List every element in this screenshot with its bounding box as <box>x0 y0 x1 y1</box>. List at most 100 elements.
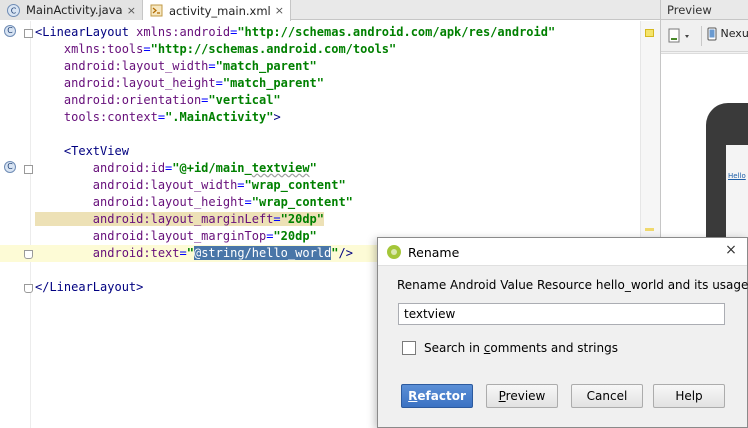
fold-marker-icon[interactable] <box>24 284 33 293</box>
code-token: xmlns:tools <box>35 42 144 56</box>
preview-textview: Hello <box>728 172 746 180</box>
code-token: tools:context <box>35 110 158 124</box>
code-token: /> <box>338 246 353 260</box>
tab-label: activity_main.xml <box>169 3 271 18</box>
code-token: android:id <box>35 161 166 175</box>
code-token: android:layout_marginTop <box>35 229 267 243</box>
code-line[interactable]: android:id="@+id/main_textview" <box>0 160 655 177</box>
code-line[interactable] <box>0 126 655 143</box>
cancel-button[interactable]: Cancel <box>571 384 643 408</box>
code-token: "20dp" <box>280 212 325 226</box>
code-token: = <box>179 246 187 260</box>
code-token: "wrap_content" <box>251 195 353 209</box>
editor-tab-bar: C MainActivity.java × activity_main.xml … <box>0 0 660 21</box>
code-line[interactable]: android:layout_width="wrap_content" <box>0 177 655 194</box>
tab-activity-main-xml[interactable]: activity_main.xml × <box>143 0 291 21</box>
code-line-text: tools:context=".MainActivity"> <box>35 109 281 126</box>
search-comments-option[interactable]: Search in comments and strings <box>402 340 618 356</box>
code-token: android:layout_height <box>35 195 245 209</box>
class-icon: C <box>4 161 16 173</box>
code-token: "wrap_content" <box>244 178 346 192</box>
code-token: android:layout_width <box>35 59 209 73</box>
android-studio-icon <box>387 245 401 259</box>
close-icon[interactable]: × <box>723 242 739 258</box>
code-line-text: android:layout_width="match_parent" <box>35 58 317 75</box>
code-token: = <box>143 42 151 56</box>
code-token: = <box>215 76 223 90</box>
dialog-title: Rename <box>408 245 460 260</box>
code-line[interactable]: xmlns:tools="http://schemas.android.com/… <box>0 41 655 58</box>
code-line[interactable]: <LinearLayout xmlns:android="http://sche… <box>0 24 655 41</box>
code-token: = <box>237 178 245 192</box>
device-label: Nexus <box>720 27 748 40</box>
code-token: android:text <box>35 246 180 260</box>
xml-file-icon <box>149 4 163 18</box>
fold-marker-icon[interactable] <box>24 165 33 174</box>
code-line[interactable]: android:layout_height="match_parent" <box>0 75 655 92</box>
toolbar-separator <box>701 26 702 46</box>
code-line[interactable]: android:layout_width="match_parent" <box>0 58 655 75</box>
code-token: = <box>273 212 281 226</box>
code-token: android:layout_marginLeft <box>35 212 274 226</box>
code-line-text: android:id="@+id/main_textview" <box>35 160 317 177</box>
code-token: "20dp" <box>273 229 317 243</box>
tab-main-activity-java[interactable]: C MainActivity.java × <box>0 0 143 20</box>
code-token: @string/hello_world <box>193 246 332 260</box>
help-button[interactable]: Help <box>653 384 725 408</box>
class-icon: C <box>4 25 16 37</box>
code-line-text: <LinearLayout xmlns:android="http://sche… <box>35 24 555 41</box>
layout-config-button[interactable] <box>667 27 695 45</box>
code-line-text: android:orientation="vertical" <box>35 92 281 109</box>
code-line[interactable]: android:layout_marginLeft="20dp" <box>0 211 655 228</box>
fold-marker-icon[interactable] <box>24 29 33 38</box>
code-token: "match_parent" <box>222 76 325 90</box>
refactor-button[interactable]: Refactor <box>401 384 473 408</box>
code-token: <TextView <box>35 144 129 158</box>
code-token: android:layout_width <box>35 178 238 192</box>
code-line-text: android:layout_marginTop="20dp" <box>35 228 317 245</box>
code-token: > <box>273 110 281 124</box>
code-token: ".MainActivity" <box>165 110 274 124</box>
code-token: " <box>309 161 317 175</box>
code-line-text: xmlns:tools="http://schemas.android.com/… <box>35 41 396 58</box>
code-line[interactable]: android:layout_height="wrap_content" <box>0 194 655 211</box>
device-selector[interactable]: Nexus <box>707 27 748 41</box>
new-name-input[interactable] <box>398 303 725 325</box>
code-token: </LinearLayout> <box>35 280 144 294</box>
java-class-icon: C <box>6 3 20 17</box>
code-token: "vertical" <box>208 93 281 107</box>
close-tab-icon[interactable]: × <box>275 4 284 17</box>
code-line-text: android:layout_marginLeft="20dp" <box>35 211 325 228</box>
fold-marker-icon[interactable] <box>24 250 33 259</box>
code-token: = <box>208 59 216 73</box>
code-line-text: android:layout_width="wrap_content" <box>35 177 346 194</box>
code-token: " <box>186 246 194 260</box>
search-comments-label: Search in comments and strings <box>424 341 618 355</box>
warning-marker-icon[interactable] <box>645 228 654 231</box>
code-line-text: android:text="@string/hello_world"/> <box>35 245 353 262</box>
code-line[interactable]: android:orientation="vertical" <box>0 92 655 109</box>
code-token: xmlns:android <box>136 25 231 39</box>
code-token: <LinearLayout <box>35 25 137 39</box>
code-token: = <box>157 110 166 124</box>
tab-label: MainActivity.java <box>26 3 123 17</box>
device-icon <box>707 27 717 41</box>
code-token: "http://schemas.android.com/apk/res/andr… <box>237 25 556 39</box>
code-line[interactable]: tools:context=".MainActivity"> <box>0 109 655 126</box>
warning-marker-icon[interactable] <box>645 29 654 37</box>
rename-dialog: Rename × Rename Android Value Resource h… <box>377 237 748 428</box>
code-token: "http://schemas.android.com/tools" <box>150 42 397 56</box>
code-token: "match_parent" <box>215 59 317 73</box>
code-token: "@+id/main_ <box>172 161 252 175</box>
code-line-text: <TextView <box>35 143 129 160</box>
preview-button[interactable]: Preview <box>486 384 558 408</box>
close-tab-icon[interactable]: × <box>127 4 136 17</box>
svg-text:C: C <box>10 6 16 15</box>
code-line-text: </LinearLayout> <box>35 279 143 296</box>
code-line[interactable]: <TextView <box>0 143 655 160</box>
dialog-titlebar: Rename × <box>378 238 747 266</box>
preview-toolbar: Nexus <box>661 20 748 52</box>
code-line-text: android:layout_height="match_parent" <box>35 75 324 92</box>
search-comments-checkbox[interactable] <box>402 341 416 355</box>
code-line-text: android:layout_height="wrap_content" <box>35 194 353 211</box>
